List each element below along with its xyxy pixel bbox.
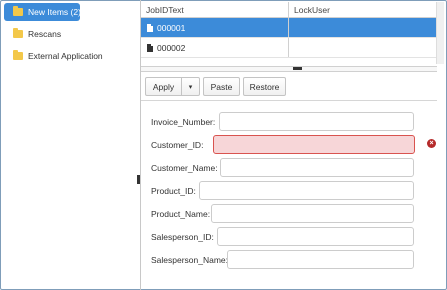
salesperson-id-field[interactable]: [217, 227, 414, 246]
tree-item-label: New Items (2): [28, 7, 81, 17]
product-name-field[interactable]: [211, 204, 414, 223]
job-grid: JobIDText LockUser 000001 000002: [141, 2, 437, 64]
product-name-label: Product_Name:: [151, 209, 211, 219]
grid-scrollbar[interactable]: [436, 2, 444, 64]
document-icon: [147, 23, 153, 32]
table-cell-lockuser: [289, 18, 437, 37]
product-id-field[interactable]: [199, 181, 414, 200]
table-row[interactable]: 000001: [141, 18, 437, 38]
document-icon: [147, 43, 153, 52]
tree-item-new-items[interactable]: New Items (2): [4, 3, 81, 21]
salesperson-id-label: Salesperson_ID:: [151, 232, 214, 242]
column-header-jobidtext[interactable]: JobIDText: [141, 2, 289, 17]
job-id-text: 000001: [157, 22, 186, 33]
horizontal-splitter[interactable]: [141, 66, 437, 72]
customer-name-label: Customer_Name:: [151, 163, 218, 173]
folder-tree: New Items (2) Rescans External Applicati…: [4, 3, 138, 69]
tree-item-label: External Application: [28, 51, 103, 61]
folder-icon: [13, 28, 23, 38]
table-row[interactable]: 000002: [141, 38, 437, 58]
column-header-lockuser[interactable]: LockUser: [289, 2, 437, 17]
tree-item-label: Rescans: [28, 29, 62, 39]
restore-button[interactable]: Restore: [243, 77, 286, 96]
table-cell-jobid: 000002: [141, 38, 289, 57]
invoice-number-field[interactable]: [219, 112, 414, 131]
customer-name-field[interactable]: [220, 158, 414, 177]
folder-icon: [13, 50, 23, 60]
customer-id-field[interactable]: [213, 135, 415, 154]
toolbar: Apply ▾ Paste Restore: [141, 73, 437, 101]
splitter-grip-icon[interactable]: [293, 67, 302, 70]
tree-item-rescans[interactable]: Rescans: [4, 25, 138, 43]
grid-header: JobIDText LockUser: [141, 2, 437, 18]
folder-icon: [13, 6, 23, 16]
salesperson-name-label: Salesperson_Name:: [151, 255, 229, 265]
apply-dropdown-button[interactable]: ▾: [181, 77, 200, 96]
table-cell-lockuser: [289, 38, 437, 57]
apply-button[interactable]: Apply: [145, 77, 182, 96]
customer-id-label: Customer_ID:: [151, 140, 204, 150]
splitter-grip-icon[interactable]: [137, 175, 140, 184]
salesperson-name-field[interactable]: [227, 250, 414, 269]
paste-button[interactable]: Paste: [203, 77, 240, 96]
job-id-text: 000002: [157, 42, 186, 53]
product-id-label: Product_ID:: [151, 186, 196, 196]
table-cell-jobid: 000001: [141, 18, 289, 37]
error-circle-icon: ×: [427, 139, 436, 148]
invoice-number-label: Invoice_Number:: [151, 117, 216, 127]
tree-item-external-application[interactable]: External Application: [4, 47, 138, 65]
